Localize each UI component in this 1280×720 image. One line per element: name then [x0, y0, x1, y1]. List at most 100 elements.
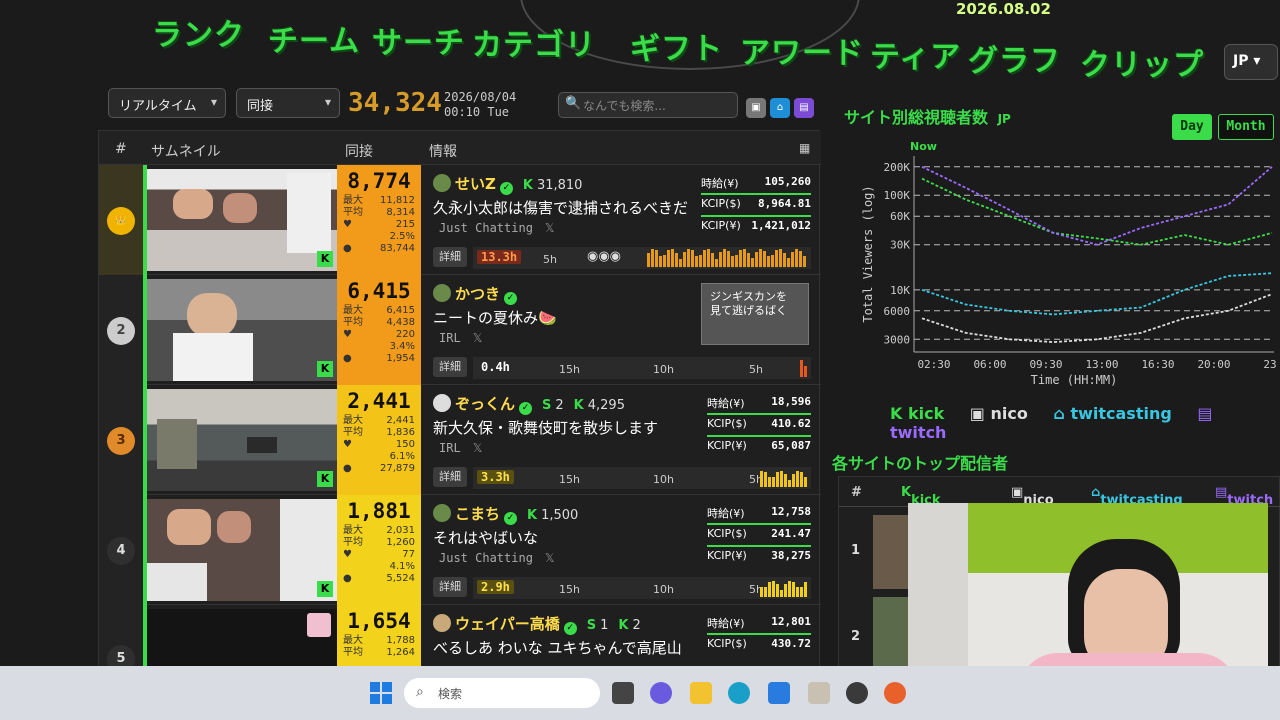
nav-clip[interactable]: クリップ	[1080, 40, 1204, 84]
nav-award[interactable]: アワード	[740, 28, 864, 72]
task-view-icon[interactable]	[612, 682, 634, 704]
chat-icon[interactable]	[650, 682, 672, 704]
stream-thumbnail[interactable]: K	[147, 389, 337, 491]
detail-button[interactable]: 詳細	[433, 357, 467, 377]
x-icon[interactable]: 𝕏	[473, 331, 483, 345]
x-icon[interactable]: 𝕏	[545, 221, 555, 235]
stat-label: KCIP($)	[701, 197, 741, 210]
table-row[interactable]: 2 K 6,415 最大 6,415 平均 4,438 ♥ 220 3.4% ● 1,9…	[99, 275, 821, 385]
sparkline-bar	[792, 474, 795, 487]
file-explorer-icon[interactable]	[690, 682, 712, 704]
top-header-nico[interactable]: ▣ nico	[1011, 485, 1054, 508]
stream-thumbnail[interactable]: K	[147, 169, 337, 271]
top-header-twitcasting[interactable]: ⌂ twitcasting	[1091, 485, 1183, 508]
category-label: IRL	[439, 331, 461, 345]
stream-thumbnail[interactable]: K	[147, 279, 337, 381]
channel-name-line[interactable]: ウェイパー高橋 ✓ S 1 K 2	[433, 613, 641, 635]
category-label: Just Chatting	[439, 551, 533, 565]
top-header-twitch[interactable]: ▤ twitch	[1215, 485, 1273, 508]
x-icon[interactable]: 𝕏	[545, 551, 555, 565]
stream-title: それはやばいな	[433, 529, 539, 547]
nico-icon[interactable]: ▣	[746, 98, 766, 118]
detail-button[interactable]: 詳細	[433, 577, 467, 597]
avg-label: 平均	[343, 207, 363, 218]
avatar	[433, 504, 451, 522]
heart-icon: ♥	[343, 219, 352, 230]
channel-name-line[interactable]: せいZ ✓ K 31,810	[433, 173, 582, 195]
detail-button[interactable]: 詳細	[433, 467, 467, 487]
info-cell: ぞっくん ✓ S 2 K 4,295 新大久保・歌舞伎町を散歩します IRL 𝕏 詳細 3.…	[423, 385, 821, 495]
clip-preview[interactable]: ジンギスカンを 見て逃げるばく	[701, 283, 809, 345]
legend-kick[interactable]: K kick	[890, 404, 954, 423]
twitcasting-icon[interactable]: ⌂	[770, 98, 790, 118]
windows-start-icon[interactable]	[370, 682, 392, 704]
windows-taskbar: ⌕ 検索	[0, 666, 1280, 720]
mode-select[interactable]: リアルタイム ▾	[108, 88, 226, 118]
nav-category[interactable]: カテゴリ	[472, 20, 596, 64]
sparkline-bar	[719, 252, 722, 267]
y-tick-label: 60K	[890, 210, 910, 223]
store-icon[interactable]	[768, 682, 790, 704]
stream-thumbnail[interactable]	[147, 609, 337, 670]
x-icon[interactable]: 𝕏	[473, 441, 483, 455]
table-row[interactable]: 👑 K 8,774 最大 11,812 平均 8,314 ♥ 215 2.5% ● 83…	[99, 165, 821, 275]
top-row-thumbnail[interactable]	[873, 515, 909, 589]
channel-name-line[interactable]: ぞっくん ✓ S 2 K 4,295	[433, 393, 625, 415]
legend-twitcasting[interactable]: ⌂ twitcasting	[1053, 404, 1181, 423]
stat-value: 430.72	[771, 637, 811, 650]
channel-name: こまち	[455, 505, 501, 523]
nav-team[interactable]: チーム	[268, 16, 360, 60]
x-tick-label: 06:00	[973, 358, 1006, 371]
channel-name-line[interactable]: かつき ✓	[433, 283, 518, 305]
search-input[interactable]: 🔍 なんでも検索...	[558, 92, 738, 118]
stream-title: ニートの夏休み🍉	[433, 309, 557, 327]
firefox-icon[interactable]	[884, 682, 906, 704]
top-nav: ランク チーム サーチ カテゴリ ギフト アワード ティア グラフ クリップ 2…	[150, 0, 1280, 83]
top-row-rank: 1	[851, 543, 861, 558]
timeline-tick: 10h	[653, 583, 674, 596]
viewer-count: 1,654	[347, 609, 411, 633]
viewer-sparkline	[760, 579, 807, 597]
rank-cell: 👑	[99, 165, 143, 275]
top-row-rank: 2	[851, 629, 861, 644]
twitch-icon[interactable]: ▤	[794, 98, 814, 118]
nav-search[interactable]: サーチ	[372, 18, 465, 62]
sparkline-bar	[804, 477, 807, 487]
nav-gift[interactable]: ギフト	[630, 24, 723, 68]
channel-name-line[interactable]: こまち ✓ K 1,500	[433, 503, 578, 525]
chevron-down-icon: ▾	[210, 95, 217, 109]
legend-nico[interactable]: ▣ nico	[970, 404, 1038, 423]
kick-followers: K 31,810	[522, 178, 583, 193]
timeline-tick: 10h	[653, 473, 674, 486]
app-icon[interactable]	[808, 682, 830, 704]
taskbar-search-input[interactable]: ⌕ 検索	[404, 678, 600, 708]
layout-toggle-icon[interactable]: ▦	[799, 141, 810, 155]
table-row[interactable]: 3 K 2,441 最大 2,441 平均 1,836 ♥ 150 6.1% ● 27,…	[99, 385, 821, 495]
nav-tier[interactable]: ティア	[870, 32, 961, 76]
timeline-tick: 15h	[559, 473, 580, 486]
detail-button[interactable]: 詳細	[433, 247, 467, 267]
edge-icon[interactable]	[728, 682, 750, 704]
nav-rank[interactable]: ランク	[152, 10, 245, 54]
avatar	[433, 394, 451, 412]
top-row-thumbnail[interactable]	[873, 597, 909, 671]
stream-thumbnail[interactable]: K	[147, 499, 337, 601]
x-tick-label: 13:00	[1085, 358, 1118, 371]
language-select[interactable]: JP ▾	[1224, 44, 1278, 80]
top-header-kick[interactable]: K kick	[901, 485, 941, 508]
chat-icon: ●	[343, 573, 352, 584]
follower-count: 1,500	[541, 508, 579, 523]
sparkline-bar	[780, 590, 783, 597]
dell-icon[interactable]	[846, 682, 868, 704]
search-placeholder: なんでも検索...	[583, 99, 666, 113]
stream-category: IRL 𝕏	[439, 441, 482, 455]
sparkline-bar	[751, 258, 754, 267]
table-row[interactable]: 4 K 1,881 最大 2,031 平均 1,260 ♥ 77 4.1% ● 5,52…	[99, 495, 821, 605]
extra-count: 215	[395, 219, 415, 230]
extra-total: 83,744	[380, 243, 415, 254]
nav-graph[interactable]: グラフ	[968, 36, 1061, 80]
sparkline-bar	[703, 250, 706, 267]
sort-select[interactable]: 同接 ▾	[236, 88, 340, 118]
series-line-kick	[921, 177, 1273, 246]
table-row[interactable]: 5 1,654 最大 1,788 平均 1,264 ウェイパー高橋 ✓ S 1 K 2 べるし…	[99, 605, 821, 671]
